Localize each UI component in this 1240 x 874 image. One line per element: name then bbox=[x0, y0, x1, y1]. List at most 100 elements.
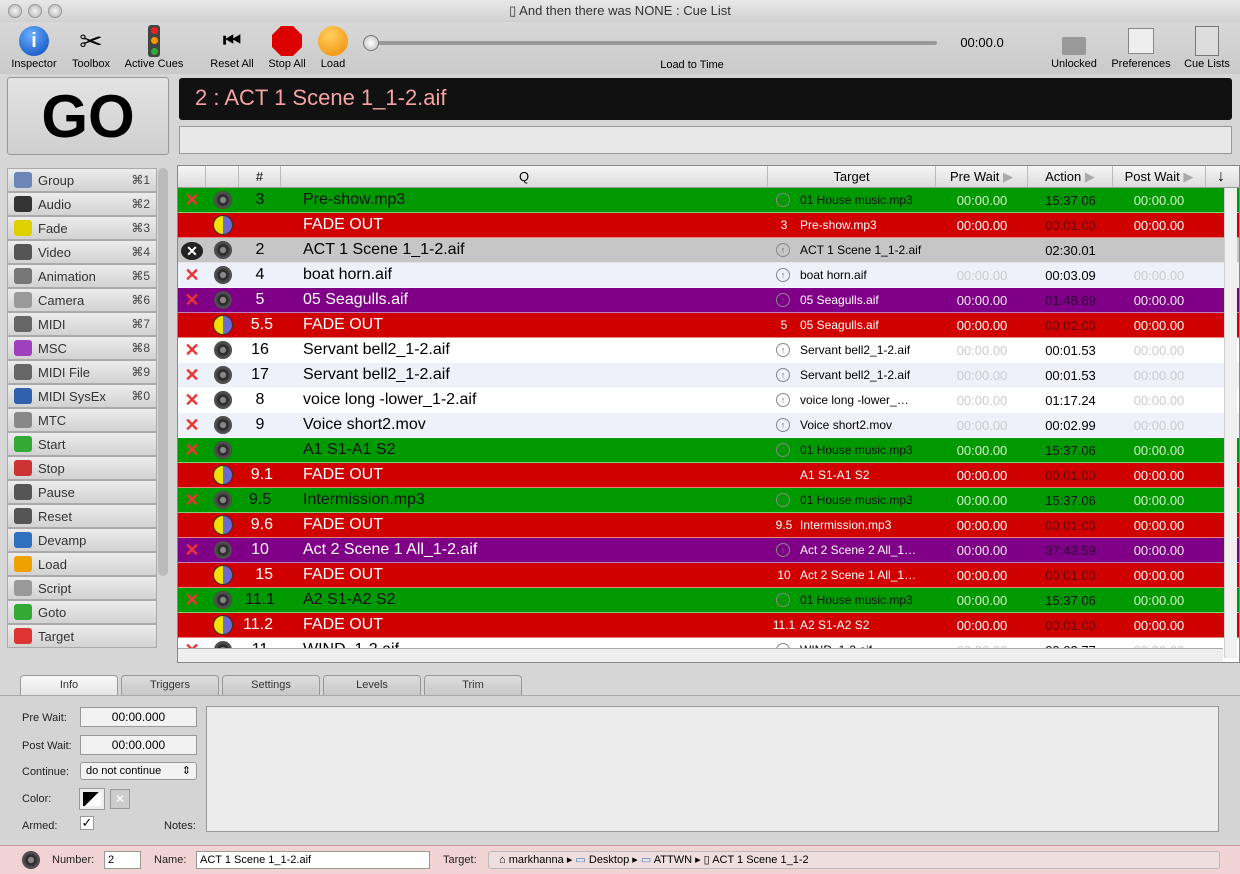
zoom-button[interactable] bbox=[48, 4, 62, 18]
cue-row[interactable]: 5.5 FADE OUT 5 05 Seagulls.aif 00:00.00 0… bbox=[178, 313, 1239, 338]
cue-lists-button[interactable]: Cue Lists bbox=[1180, 24, 1234, 70]
cue-row[interactable]: ✕ 2 ACT 1 Scene 1_1-2.aif ↑ ACT 1 Scene 1… bbox=[178, 238, 1239, 263]
target-arrow-icon[interactable]: ↑ bbox=[776, 268, 790, 282]
stop-all-button[interactable]: Stop All bbox=[263, 24, 311, 70]
column-action[interactable]: Action ▶ bbox=[1028, 166, 1113, 187]
toggle-icon[interactable]: ▶ bbox=[1003, 169, 1013, 184]
toolbox-item-video[interactable]: Video ⌘4 bbox=[7, 240, 157, 264]
toolbox-item-audio[interactable]: Audio ⌘2 bbox=[7, 192, 157, 216]
target-arrow-icon[interactable]: ↑ bbox=[776, 243, 790, 257]
number-field[interactable]: 2 bbox=[104, 851, 141, 869]
toolbox-item-script[interactable]: Script bbox=[7, 576, 157, 600]
pre-wait: 00:00.00 bbox=[956, 442, 1008, 458]
toggle-icon[interactable]: ▶ bbox=[1183, 169, 1193, 184]
toolbox-item-group[interactable]: Group ⌘1 bbox=[7, 168, 157, 192]
target-arrow-icon[interactable]: ↑ bbox=[776, 368, 790, 382]
reset-all-button[interactable]: ⏮ Reset All bbox=[206, 24, 258, 71]
stop-icon bbox=[14, 460, 32, 476]
name-field[interactable]: ACT 1 Scene 1_1-2.aif bbox=[196, 851, 430, 869]
audio-cue-icon bbox=[213, 591, 232, 609]
slider-knob[interactable] bbox=[363, 35, 379, 51]
preferences-button[interactable]: Preferences bbox=[1108, 24, 1174, 70]
toolbox-item-msc[interactable]: MSC ⌘8 bbox=[7, 336, 157, 360]
toolbox-item-goto[interactable]: Goto bbox=[7, 600, 157, 624]
toolbox-item-stop[interactable]: Stop bbox=[7, 456, 157, 480]
target-arrow-icon[interactable]: ↑ bbox=[776, 343, 790, 357]
cue-row[interactable]: FADE OUT 3 Pre-show.mp3 00:00.00 00:01.00… bbox=[178, 213, 1239, 238]
cue-row[interactable]: ✕ 17 Servant bell2_1-2.aif ↑ Servant bell… bbox=[178, 363, 1239, 388]
cue-row[interactable]: ✕ 16 Servant bell2_1-2.aif ↑ Servant bell… bbox=[178, 338, 1239, 363]
column-pre-wait[interactable]: Pre Wait ▶ bbox=[936, 166, 1028, 187]
tab-trim[interactable]: Trim bbox=[424, 675, 522, 695]
post-wait: 00:00.00 bbox=[1133, 317, 1185, 333]
cue-row[interactable]: ✕ 4 boat horn.aif ↑ boat horn.aif 00:00.0… bbox=[178, 263, 1239, 288]
target-arrow-icon[interactable]: ↑ bbox=[776, 293, 790, 307]
column-post-wait[interactable]: Post Wait ▶ bbox=[1113, 166, 1206, 187]
toggle-icon[interactable]: ▶ bbox=[1085, 169, 1095, 184]
toolbox-item-pause[interactable]: Pause bbox=[7, 480, 157, 504]
armed-checkbox[interactable]: ✓ bbox=[80, 816, 94, 830]
tab-levels[interactable]: Levels bbox=[323, 675, 421, 695]
continue-select[interactable]: do not continue ⇕ bbox=[80, 762, 197, 780]
toolbox-item-midi-file[interactable]: MIDI File ⌘9 bbox=[7, 360, 157, 384]
toolbox-item-animation[interactable]: Animation ⌘5 bbox=[7, 264, 157, 288]
column-target[interactable]: Target bbox=[768, 166, 936, 187]
cue-target: ↑ ACT 1 Scene 1_1-2.aif bbox=[768, 243, 936, 257]
cue-number: 9 bbox=[255, 416, 265, 433]
post-wait-field[interactable]: 00:00.000 bbox=[80, 735, 197, 755]
tab-triggers[interactable]: Triggers bbox=[121, 675, 219, 695]
target-arrow-icon[interactable]: ↑ bbox=[776, 393, 790, 407]
target-arrow-icon[interactable]: ↑ bbox=[776, 543, 790, 557]
color-well[interactable] bbox=[79, 788, 105, 810]
cue-row[interactable]: ✕ 9 Voice short2.mov ↑ Voice short2.mov 0… bbox=[178, 413, 1239, 438]
cue-row[interactable]: ✕ A1 S1-A1 S2 ↑ 01 House music.mp3 00:00.… bbox=[178, 438, 1239, 463]
cue-row[interactable]: 15 FADE OUT 10 Act 2 Scene 1 All_1… 00:00… bbox=[178, 563, 1239, 588]
minimize-button[interactable] bbox=[28, 4, 42, 18]
active-cues-button[interactable]: Active Cues bbox=[121, 24, 187, 70]
unlocked-button[interactable]: Unlocked bbox=[1046, 24, 1102, 70]
toolbox-button[interactable]: ✂ Toolbox bbox=[66, 24, 116, 71]
target-path[interactable]: ⌂ markhanna ▸ ▭ Desktop ▸ ▭ ATTWN ▸ ▯ AC… bbox=[488, 851, 1220, 869]
toolbox-item-devamp[interactable]: Devamp bbox=[7, 528, 157, 552]
target-arrow-icon[interactable]: ↑ bbox=[776, 493, 790, 507]
pre-wait-field[interactable]: 00:00.000 bbox=[80, 707, 197, 727]
target-arrow-icon[interactable]: ↑ bbox=[776, 193, 790, 207]
cue-row[interactable]: ✕ 10 Act 2 Scene 1 All_1-2.aif ↑ Act 2 Sc… bbox=[178, 538, 1239, 563]
toolbox-item-mtc[interactable]: MTC bbox=[7, 408, 157, 432]
cue-row[interactable]: ✕ 11.1 A2 S1-A2 S2 ↑ 01 House music.mp3 0… bbox=[178, 588, 1239, 613]
toolbox-item-fade[interactable]: Fade ⌘3 bbox=[7, 216, 157, 240]
cue-row[interactable]: ✕ 8 voice long -lower_1-2.aif ↑ voice lon… bbox=[178, 388, 1239, 413]
tab-info[interactable]: Info bbox=[20, 675, 118, 695]
toolbox-item-midi-sysex[interactable]: MIDI SysEx ⌘0 bbox=[7, 384, 157, 408]
toolbox-item-midi[interactable]: MIDI ⌘7 bbox=[7, 312, 157, 336]
close-button[interactable] bbox=[8, 4, 22, 18]
target-arrow-icon[interactable]: ↑ bbox=[776, 418, 790, 432]
vertical-scrollbar[interactable] bbox=[1224, 188, 1237, 658]
inspector-button[interactable]: i Inspector bbox=[8, 24, 60, 70]
toolbox-item-reset[interactable]: Reset bbox=[7, 504, 157, 528]
sidebar-scrollbar[interactable] bbox=[158, 168, 168, 576]
cue-row[interactable]: 11.2 FADE OUT 11.1 A2 S1-A2 S2 00:00.00 0… bbox=[178, 613, 1239, 638]
cue-row[interactable]: 9.6 FADE OUT 9.5 Intermission.mp3 00:00.0… bbox=[178, 513, 1239, 538]
column-number[interactable]: # bbox=[239, 166, 281, 187]
toolbox-item-target[interactable]: Target bbox=[7, 624, 157, 648]
cue-row[interactable]: ✕ 5 05 Seagulls.aif ↑ 05 Seagulls.aif 00:… bbox=[178, 288, 1239, 313]
column-q[interactable]: Q bbox=[281, 166, 768, 187]
clear-color-button[interactable]: ✕ bbox=[110, 789, 130, 809]
load-button[interactable]: Load bbox=[316, 24, 350, 70]
target-arrow-icon[interactable]: ↑ bbox=[776, 593, 790, 607]
down-arrow-icon[interactable]: ↓ bbox=[1206, 166, 1236, 187]
cue-row[interactable]: ✕ 9.5 Intermission.mp3 ↑ 01 House music.m… bbox=[178, 488, 1239, 513]
toolbox-item-load[interactable]: Load bbox=[7, 552, 157, 576]
target-arrow-icon[interactable]: ↑ bbox=[776, 443, 790, 457]
toolbox-item-camera[interactable]: Camera ⌘6 bbox=[7, 288, 157, 312]
cue-row[interactable]: 9.1 FADE OUT A1 S1-A1 S2 00:00.00 00:01.… bbox=[178, 463, 1239, 488]
window-controls[interactable] bbox=[8, 4, 62, 18]
tab-settings[interactable]: Settings bbox=[222, 675, 320, 695]
load-to-time-slider[interactable] bbox=[363, 35, 937, 51]
horizontal-scrollbar[interactable] bbox=[178, 648, 1223, 662]
toolbox-item-start[interactable]: Start bbox=[7, 432, 157, 456]
cue-row[interactable]: ✕ 3 Pre-show.mp3 ↑ 01 House music.mp3 00:… bbox=[178, 188, 1239, 213]
notes-textarea[interactable] bbox=[206, 706, 1219, 832]
go-button[interactable]: GO bbox=[7, 77, 169, 155]
